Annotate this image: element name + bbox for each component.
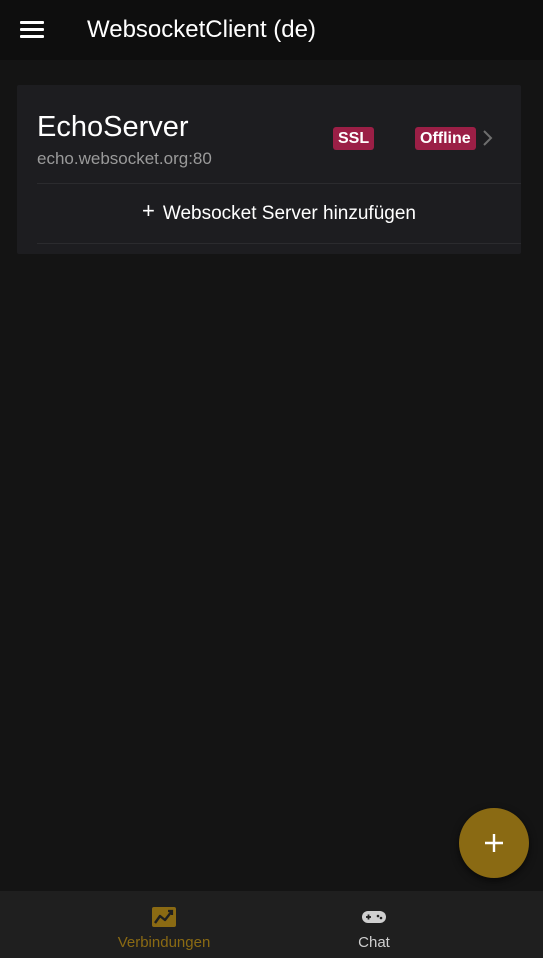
add-server-button[interactable]: + Websocket Server hinzufügen xyxy=(37,185,521,243)
tab-label: Chat xyxy=(358,934,390,951)
app-title: WebsocketClient (de) xyxy=(87,16,316,43)
plus-icon: + xyxy=(142,198,155,223)
plus-icon xyxy=(485,834,503,852)
app-root: WebsocketClient (de) EchoServer echo.web… xyxy=(0,0,543,958)
bottom-navigation: Verbindungen Chat xyxy=(0,891,543,958)
status-badge: Offline xyxy=(415,127,476,150)
add-server-label: Websocket Server hinzufügen xyxy=(162,203,416,224)
ssl-badge: SSL xyxy=(333,127,375,150)
server-list-item[interactable]: EchoServer echo.websocket.org:80 SSL Off… xyxy=(17,85,521,183)
divider xyxy=(37,183,521,184)
add-fab-button[interactable] xyxy=(459,808,529,878)
chevron-right-icon xyxy=(483,130,493,146)
divider xyxy=(37,243,521,244)
server-list-card: EchoServer echo.websocket.org:80 SSL Off… xyxy=(17,85,521,254)
chart-line-icon xyxy=(152,907,176,927)
gamepad-icon xyxy=(362,911,386,923)
hamburger-menu-icon[interactable] xyxy=(20,21,44,39)
tab-chat[interactable]: Chat xyxy=(269,891,479,958)
server-name: EchoServer xyxy=(37,111,189,143)
server-address: echo.websocket.org:80 xyxy=(37,149,212,168)
top-app-bar: WebsocketClient (de) xyxy=(0,0,543,60)
tab-verbindungen[interactable]: Verbindungen xyxy=(59,891,269,958)
tab-label: Verbindungen xyxy=(117,934,211,951)
